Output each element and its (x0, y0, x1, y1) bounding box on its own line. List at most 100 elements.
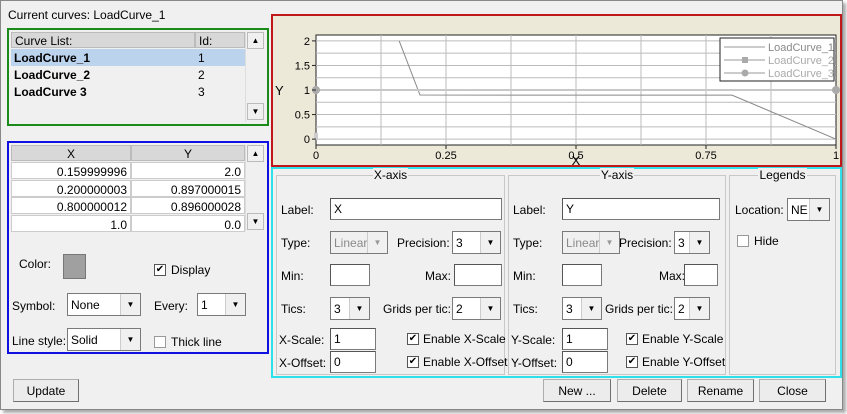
enable-y-scale-checkbox[interactable]: ✔ (626, 333, 638, 345)
thick-line-label: Thick line (171, 335, 222, 349)
every-value: 1 (201, 298, 208, 312)
point-x-cell[interactable]: 0.800000012 (11, 197, 131, 214)
point-y-cell[interactable]: 0.0 (131, 214, 245, 232)
y-axis-precision-select[interactable]: 3 ▼ (674, 231, 710, 254)
display-checkbox[interactable]: ✔ (154, 264, 166, 276)
x-axis-title: X (572, 153, 581, 165)
axis-settings-panel: X-axis Label: X Type: Linear ▼ Precision:… (271, 167, 842, 378)
x-axis-precision-select[interactable]: 3 ▼ (452, 231, 501, 254)
new-button[interactable]: New ... (543, 379, 611, 402)
x-scale-input[interactable]: 1 (330, 328, 376, 350)
max-label: Max: (659, 269, 686, 283)
precision-value: 3 (456, 236, 463, 250)
enable-x-offset-checkbox[interactable]: ✔ (407, 356, 419, 368)
x-tick-label: 0.75 (695, 150, 716, 162)
chevron-down-icon: ▼ (599, 232, 619, 253)
y-axis-type-select[interactable]: Linear ▼ (562, 231, 620, 254)
type-label: Type: (513, 236, 543, 250)
grids-value: 2 (678, 302, 685, 316)
point-y-cell[interactable]: 0.897000015 (131, 179, 245, 197)
rename-button[interactable]: Rename (687, 379, 754, 402)
hide-legend-checkbox[interactable] (737, 235, 749, 247)
enable-scale-label: Enable X-Scale (423, 332, 506, 346)
label-label: Label: (513, 203, 546, 217)
symbol-select[interactable]: None ▼ (67, 293, 141, 316)
y-axis-max-input[interactable] (684, 264, 718, 286)
tics-value: 3 (334, 302, 341, 316)
scroll-down-icon[interactable]: ▼ (247, 213, 264, 230)
id-header[interactable]: Id: (195, 32, 245, 48)
max-label: Max: (425, 269, 452, 283)
x-offset-input[interactable]: 0 (330, 351, 376, 373)
update-button[interactable]: Update (13, 379, 79, 402)
chevron-down-icon: ▼ (225, 294, 245, 315)
x-axis-grids-select[interactable]: 2 ▼ (452, 297, 501, 320)
curve-id[interactable]: 3 (195, 83, 245, 100)
close-button[interactable]: Close (759, 379, 826, 402)
y-axis-grids-select[interactable]: 2 ▼ (674, 297, 710, 320)
curve-list-item[interactable]: LoadCurve_1 (11, 49, 195, 66)
delete-button[interactable]: Delete (617, 379, 682, 402)
point-y-cell[interactable]: 2.0 (131, 162, 245, 179)
x-tick-label: 0.25 (435, 150, 456, 162)
y-axis-label-input[interactable]: Y (562, 198, 720, 220)
tics-label: Tics: (513, 302, 538, 316)
x-axis-type-select[interactable]: Linear ▼ (330, 231, 388, 254)
x-axis-title: X-axis (372, 168, 409, 182)
y-axis-title: Y-axis (599, 168, 635, 182)
chevron-down-icon: ▼ (809, 199, 829, 220)
curve-id[interactable]: 1 (195, 49, 245, 66)
scroll-up-icon[interactable]: ▲ (247, 32, 264, 49)
y-scale-input[interactable]: 1 (562, 328, 608, 350)
grids-per-tic-label: Grids per tic: (605, 302, 674, 316)
x-axis-label-input[interactable]: X (330, 198, 502, 220)
y-tick-label: 0 (304, 134, 310, 146)
chart-panel: 0 0.25 0.5 0.75 1 0 0.5 1 1.5 2 X Y LoadCurve_1 LoadC… (271, 14, 842, 167)
y-axis-min-input[interactable] (562, 264, 602, 286)
symbol-value: None (71, 298, 100, 312)
every-label: Every: (154, 299, 189, 313)
legend-square-icon (742, 57, 748, 63)
legend-location-select[interactable]: NE ▼ (787, 198, 830, 221)
x-axis-tics-select[interactable]: 3 ▼ (330, 297, 370, 320)
chevron-down-icon: ▼ (120, 329, 140, 350)
x-axis-max-input[interactable] (454, 264, 502, 286)
hide-label: Hide (754, 234, 779, 248)
chevron-down-icon: ▼ (480, 298, 500, 319)
y-column-header[interactable]: Y (131, 145, 245, 161)
legend-label: LoadCurve_1 (768, 42, 834, 54)
curve-list-item[interactable]: LoadCurve 3 (11, 83, 195, 100)
scroll-down-icon[interactable]: ▼ (247, 103, 264, 120)
y-axis-group: Y-axis Label: Y Type: Linear ▼ Precision:… (508, 168, 726, 375)
chevron-down-icon: ▼ (689, 298, 709, 319)
y-offset-input[interactable]: 0 (562, 351, 608, 373)
x-axis-min-input[interactable] (330, 264, 370, 286)
curve-id[interactable]: 2 (195, 66, 245, 83)
x-tick-label: 0 (313, 150, 319, 162)
offset-label: X-Offset: (279, 356, 327, 370)
point-y-cell[interactable]: 0.896000028 (131, 197, 245, 214)
tics-value: 3 (566, 302, 573, 316)
y-tick-label: 1.5 (295, 60, 310, 72)
min-label: Min: (281, 269, 304, 283)
symbol-label: Symbol: (12, 299, 56, 313)
y-axis-tics-select[interactable]: 3 ▼ (562, 297, 602, 320)
curve-editor-window: Current curves: LoadCurve_1 Curve List: … (0, 0, 843, 410)
x-column-header[interactable]: X (11, 145, 131, 161)
curve-list-item[interactable]: LoadCurve_2 (11, 66, 195, 83)
every-select[interactable]: 1 ▼ (197, 293, 246, 316)
points-scrollbar[interactable]: ▲ ▼ (245, 145, 265, 231)
enable-y-offset-checkbox[interactable]: ✔ (626, 356, 638, 368)
point-x-cell[interactable]: 1.0 (11, 214, 131, 232)
color-swatch-button[interactable] (63, 254, 86, 279)
color-label: Color: (19, 257, 52, 271)
curve-list-header[interactable]: Curve List: (11, 32, 195, 48)
thick-line-checkbox[interactable] (154, 336, 166, 348)
scroll-up-icon[interactable]: ▲ (247, 145, 264, 162)
curve-list-panel: Curve List: Id: LoadCurve_1 1 LoadCurve_2 2… (7, 28, 269, 126)
point-x-cell[interactable]: 0.200000003 (11, 179, 131, 197)
point-x-cell[interactable]: 0.159999996 (11, 162, 131, 179)
enable-x-scale-checkbox[interactable]: ✔ (407, 333, 419, 345)
curve-list-scrollbar[interactable]: ▲ ▼ (245, 32, 265, 122)
line-style-select[interactable]: Solid ▼ (67, 328, 141, 351)
